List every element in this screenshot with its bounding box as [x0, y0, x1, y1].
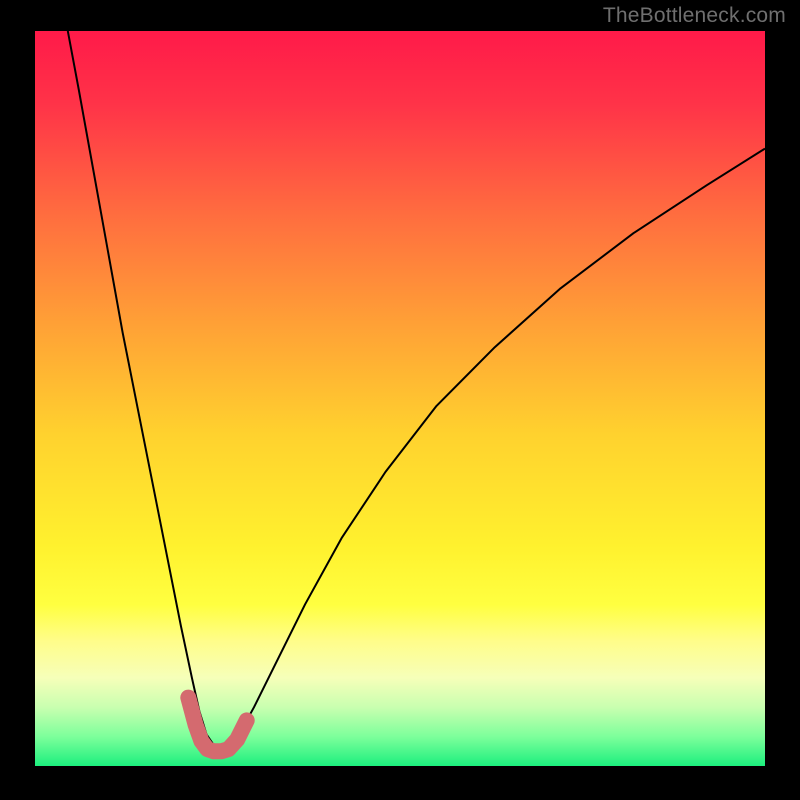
chart-frame: TheBottleneck.com	[0, 0, 800, 800]
bottleneck-chart	[0, 0, 800, 800]
watermark-label: TheBottleneck.com	[603, 4, 786, 28]
gradient-background	[35, 31, 765, 766]
